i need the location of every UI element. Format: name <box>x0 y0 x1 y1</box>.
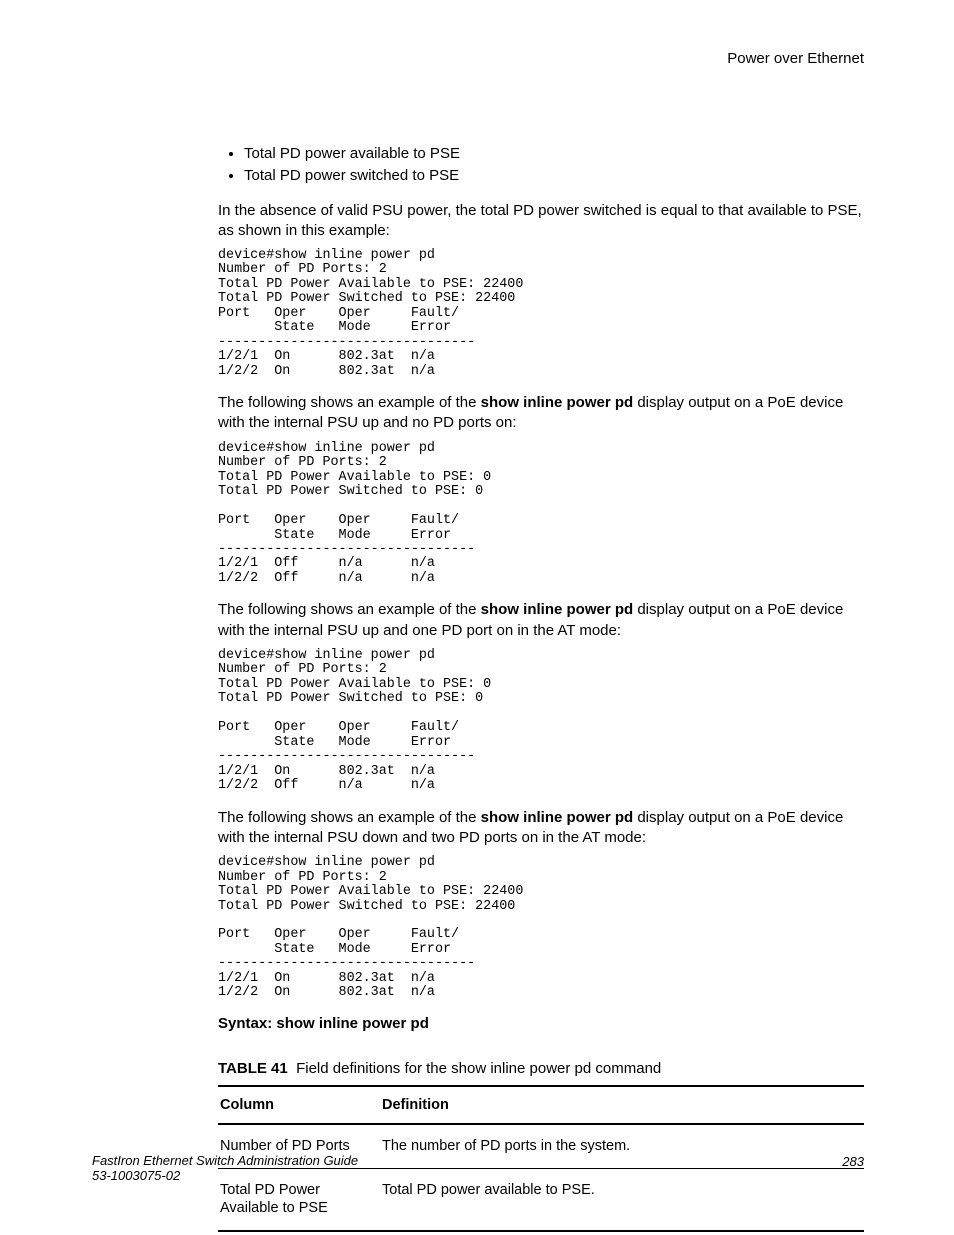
command-name: show inline power pd <box>481 394 634 411</box>
intro-paragraph: In the absence of valid PSU power, the t… <box>218 201 864 242</box>
cli-output-3: device#show inline power pd Number of PD… <box>218 649 864 794</box>
table-caption: TABLE 41 Field definitions for the show … <box>218 1060 864 1077</box>
cli-output-2: device#show inline power pd Number of PD… <box>218 442 864 587</box>
table-header-column: Column <box>218 1086 380 1124</box>
syntax-line: Syntax: show inline power pd <box>218 1015 864 1032</box>
table-title: Field definitions for the show inline po… <box>296 1060 661 1077</box>
text: The following shows an example of the <box>218 809 481 826</box>
cli-output-4: device#show inline power pd Number of PD… <box>218 856 864 1001</box>
table-header-definition: Definition <box>380 1086 864 1124</box>
cli-output-1: device#show inline power pd Number of PD… <box>218 249 864 379</box>
paragraph-4: The following shows an example of the sh… <box>218 808 864 849</box>
paragraph-2: The following shows an example of the sh… <box>218 393 864 434</box>
footer-docnum: 53-1003075-02 <box>92 1168 864 1183</box>
page-number: 283 <box>842 1154 864 1169</box>
text: The following shows an example of the <box>218 394 481 411</box>
command-name: show inline power pd <box>481 809 634 826</box>
page-footer: FastIron Ethernet Switch Administration … <box>92 1153 864 1183</box>
bullet-item: Total PD power switched to PSE <box>244 166 864 186</box>
bullet-item: Total PD power available to PSE <box>244 144 864 164</box>
bullet-list: Total PD power available to PSE Total PD… <box>218 144 864 187</box>
command-name: show inline power pd <box>481 601 634 618</box>
table-header-row: Column Definition <box>218 1086 864 1124</box>
table-label: TABLE 41 <box>218 1060 288 1077</box>
paragraph-3: The following shows an example of the sh… <box>218 600 864 641</box>
footer-title: FastIron Ethernet Switch Administration … <box>92 1153 864 1168</box>
section-header: Power over Ethernet <box>727 50 864 67</box>
text: The following shows an example of the <box>218 601 481 618</box>
